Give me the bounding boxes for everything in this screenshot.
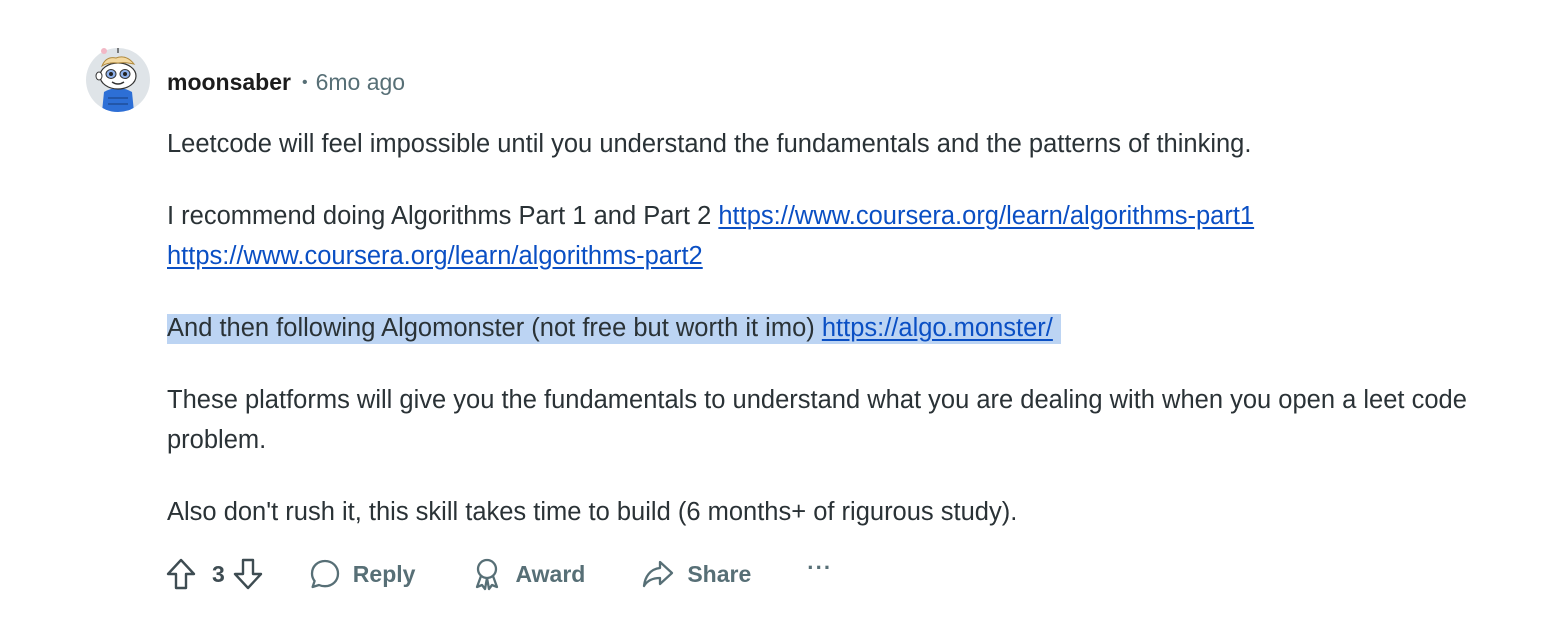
share-label: Share — [687, 560, 752, 587]
author-username[interactable]: moonsaber — [167, 69, 291, 96]
share-button[interactable]: Share — [641, 558, 751, 590]
paragraph-1: Leetcode will feel impossible until you … — [167, 130, 1252, 158]
share-arrow-icon — [643, 560, 674, 588]
user-avatar[interactable] — [86, 48, 150, 112]
reply-label: Reply — [352, 560, 416, 587]
downvote-button[interactable] — [231, 556, 265, 592]
speech-bubble-icon — [310, 559, 339, 589]
coursera-part1-link[interactable]: https://www.coursera.org/learn/algorithm… — [718, 202, 1254, 230]
award-label: Award — [515, 560, 586, 587]
paragraph-5: Also don't rush it, this skill takes tim… — [167, 498, 1018, 526]
snoo-avatar-icon — [86, 48, 150, 112]
coursera-part2-link[interactable]: https://www.coursera.org/learn/algorithm… — [167, 242, 703, 270]
comment-body: Leetcode will feel impossible until you … — [167, 124, 1547, 564]
paragraph-3-text: And then following Algomonster (not free… — [167, 314, 822, 342]
reply-button[interactable]: Reply — [309, 558, 416, 590]
comment-meta: moonsaber • 6mo ago — [167, 66, 405, 98]
paragraph-3: And then following Algomonster (not free… — [167, 308, 1547, 348]
award-button[interactable]: Award — [471, 557, 585, 591]
vote-group: 3 — [164, 556, 265, 592]
downvote-arrow-icon — [233, 558, 262, 590]
paragraph-2: I recommend doing Algorithms Part 1 and … — [167, 196, 1547, 276]
comment-actions: 3 Reply Award Share ··· — [164, 552, 832, 596]
selection-highlight: And then following Algomonster (not free… — [167, 314, 1061, 344]
comment-timestamp[interactable]: 6mo ago — [316, 69, 406, 96]
upvote-button[interactable] — [164, 556, 198, 592]
algomonster-link[interactable]: https://algo.monster/ — [822, 314, 1053, 342]
comment: moonsaber • 6mo ago Leetcode will feel i… — [0, 0, 1560, 618]
award-ribbon-icon — [476, 558, 499, 591]
upvote-arrow-icon — [166, 558, 196, 590]
meta-separator: • — [301, 74, 308, 91]
more-options-button[interactable]: ··· — [807, 555, 832, 581]
paragraph-2-text: I recommend doing Algorithms Part 1 and … — [167, 202, 719, 230]
vote-count: 3 — [212, 560, 225, 587]
paragraph-4: These platforms will give you the fundam… — [167, 386, 1467, 454]
